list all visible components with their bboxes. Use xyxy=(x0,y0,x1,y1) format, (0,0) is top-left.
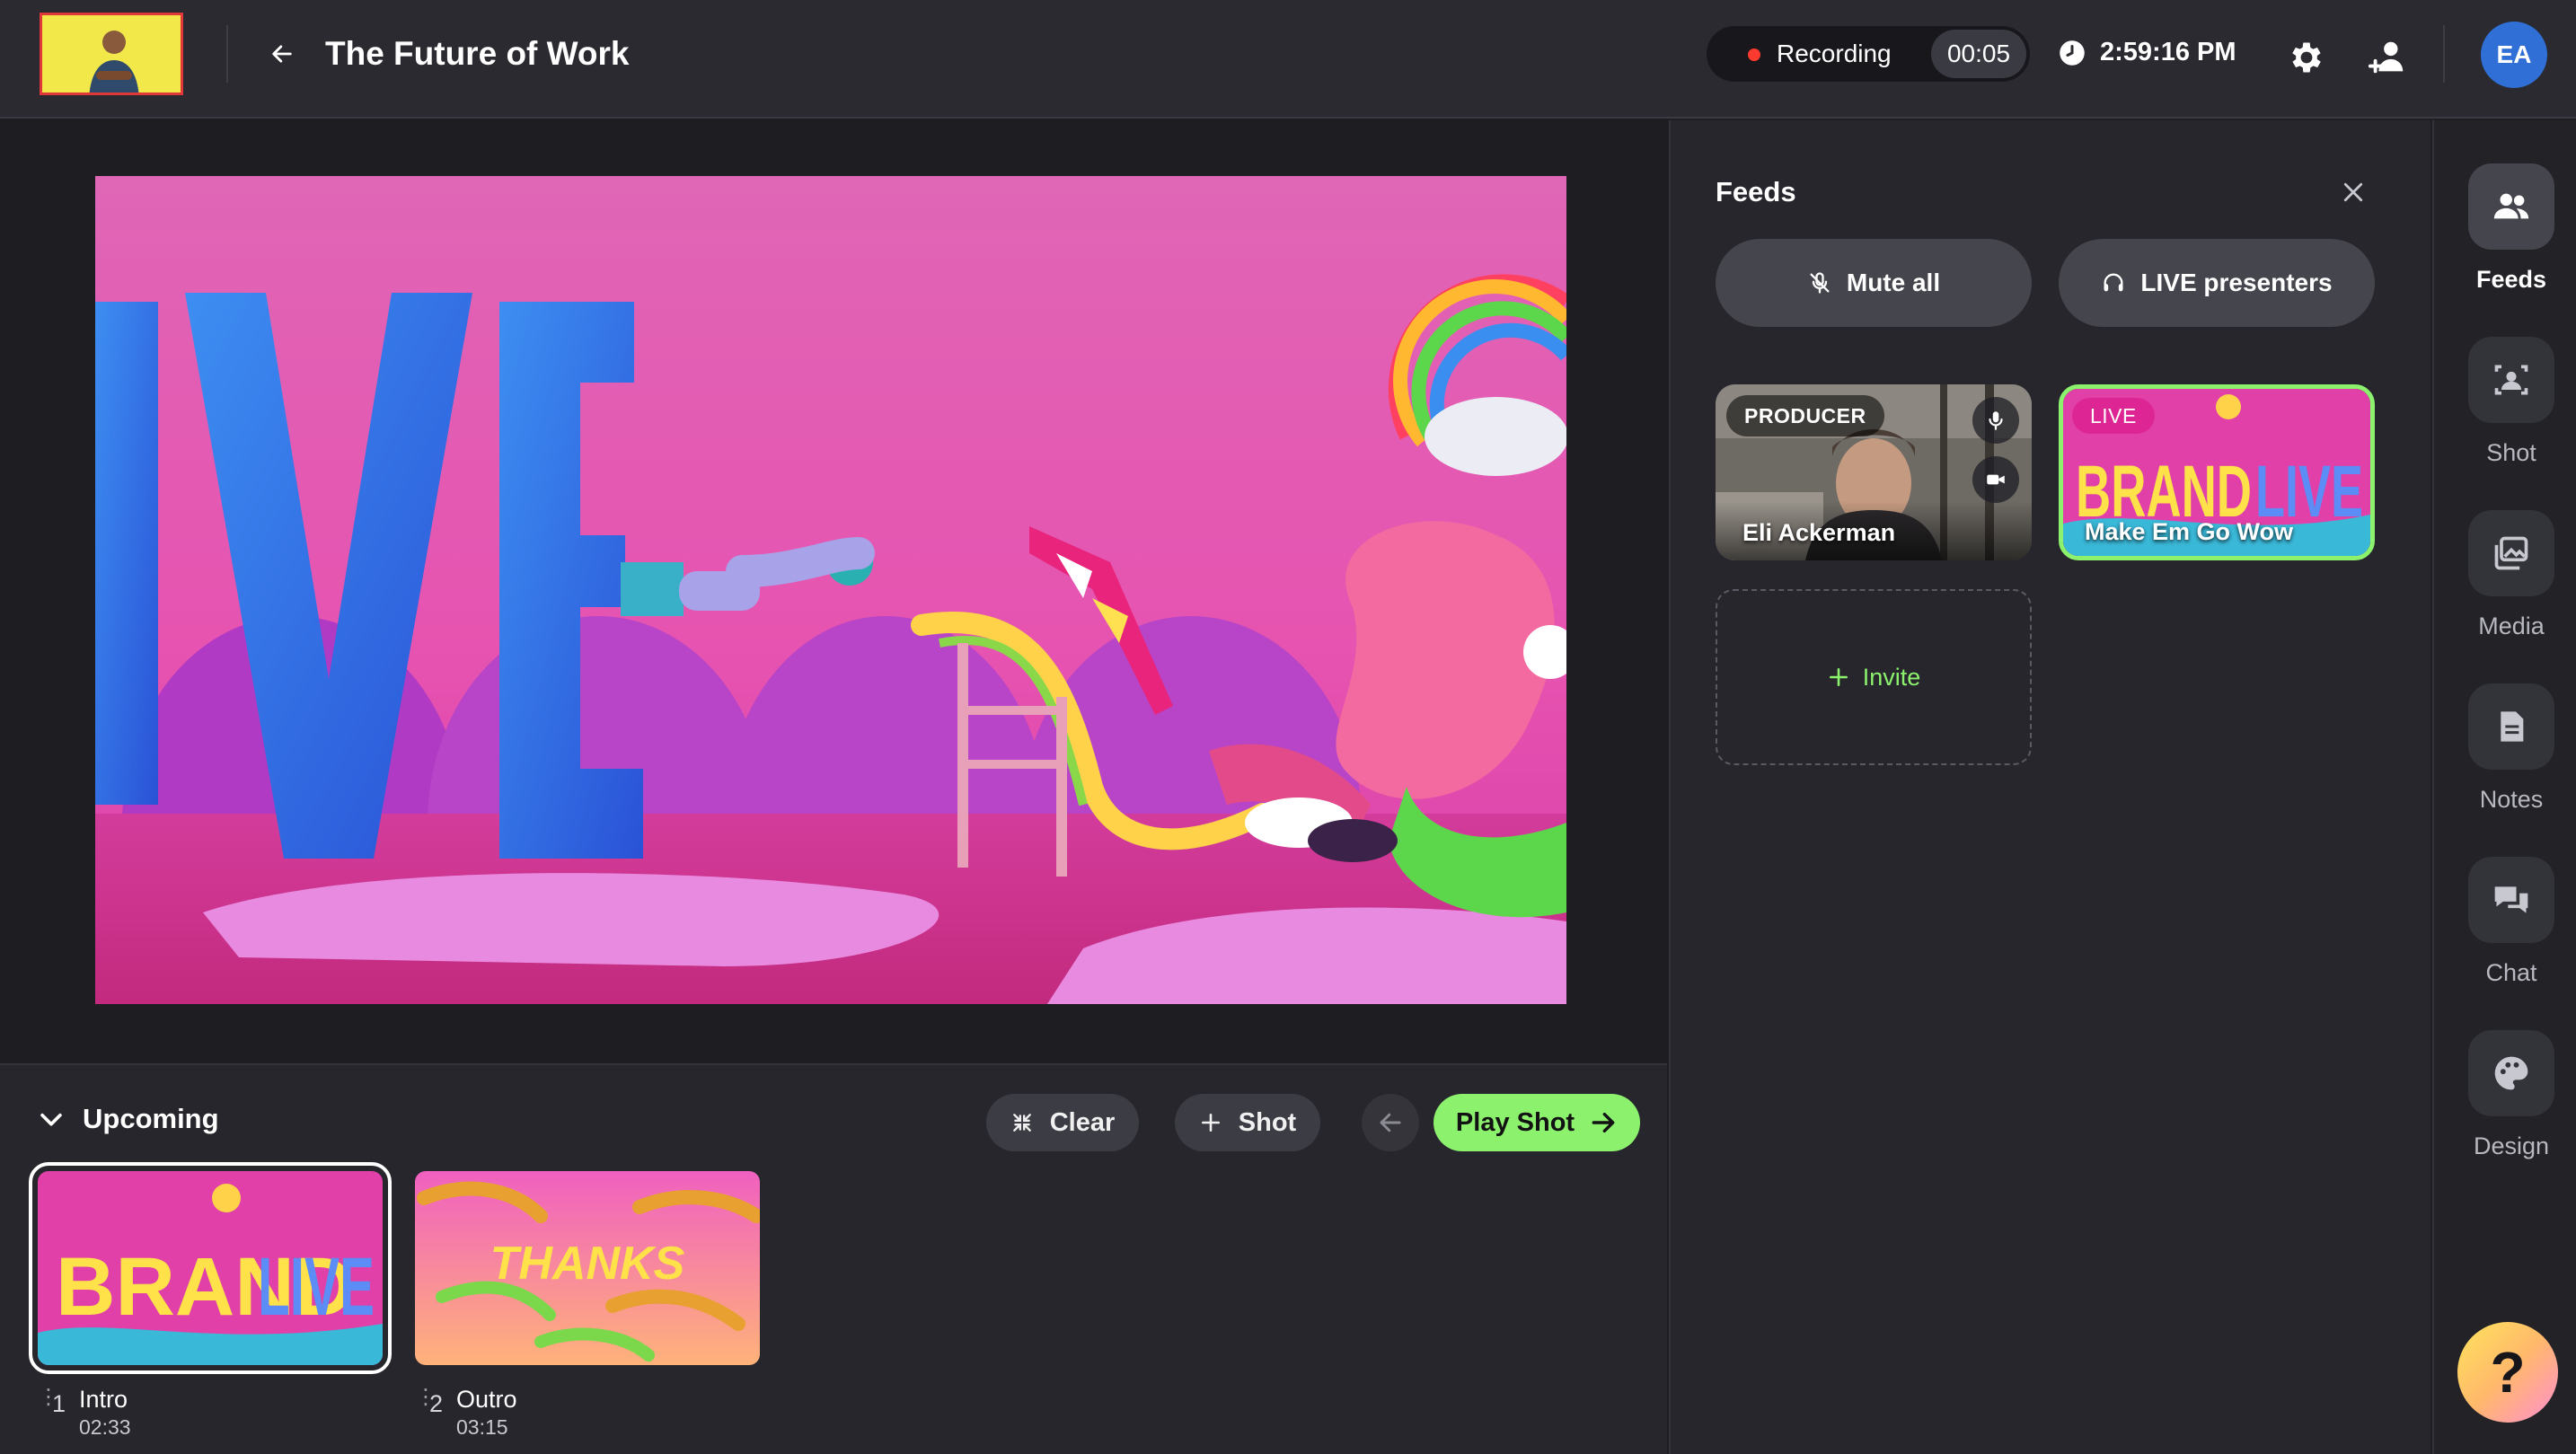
mute-all-button[interactable]: Mute all xyxy=(1716,239,2032,327)
invite-label: Invite xyxy=(1862,663,1921,691)
shot-card[interactable]: THANKS ⋮ 2 Outro 03:15 xyxy=(415,1171,760,1439)
media-icon xyxy=(2468,510,2554,596)
shot-meta: ⋮ 1 Intro 02:33 xyxy=(38,1385,131,1441)
current-time: 2:59:16 PM xyxy=(2100,38,2236,66)
rail-item-design[interactable]: Design xyxy=(2434,1030,2576,1183)
feed-name: Eli Ackerman xyxy=(1742,519,1896,546)
rail-label: Design xyxy=(2473,1132,2550,1159)
add-user-icon xyxy=(2368,41,2404,74)
collapse-icon xyxy=(1010,1111,1034,1134)
rail-item-media[interactable]: Media xyxy=(2434,510,2576,663)
back-button[interactable] xyxy=(260,32,304,75)
notes-icon xyxy=(2468,683,2554,770)
shot-duration: 02:33 xyxy=(79,1415,131,1439)
play-shot-label: Play Shot xyxy=(1455,1107,1575,1137)
invite-button[interactable]: Invite xyxy=(1716,589,2032,765)
shot-duration: 03:15 xyxy=(456,1415,508,1439)
mic-icon xyxy=(1989,411,2003,430)
shot-icon xyxy=(2468,337,2554,423)
feed-name: Make Em Go Wow xyxy=(2085,518,2294,545)
clear-label: Clear xyxy=(1049,1107,1116,1137)
drag-handle-icon[interactable]: ⋮ xyxy=(38,1385,59,1441)
arrow-left-icon xyxy=(272,45,292,63)
shot-meta: ⋮ 2 Outro 03:15 xyxy=(415,1385,517,1441)
topbar-divider xyxy=(226,25,228,83)
user-avatar[interactable]: EA xyxy=(2481,22,2547,88)
rail-label: Chat xyxy=(2485,959,2537,986)
live-badge: LIVE xyxy=(2072,398,2155,434)
shot-card[interactable]: BRAND LIVE ⋮ 1 Intro 02:33 xyxy=(29,1162,392,1439)
recording-timer: 00:05 xyxy=(1931,30,2026,78)
mic-off-icon xyxy=(1807,270,1832,295)
role-badge: PRODUCER xyxy=(1726,395,1884,436)
feed-tile-live[interactable]: BRAND LIVE LIVE Make Em Go Wow xyxy=(2059,384,2375,560)
rail-label: Media xyxy=(2478,612,2545,639)
topbar-divider xyxy=(2443,25,2445,83)
plus-icon xyxy=(1199,1111,1222,1134)
upcoming-collapse-toggle[interactable]: Upcoming xyxy=(36,1101,219,1137)
stage-preview[interactable] xyxy=(95,176,1566,1004)
feeds-title: Feeds xyxy=(1716,176,1796,207)
camera-button[interactable] xyxy=(1972,456,2019,503)
clear-button[interactable]: Clear xyxy=(986,1094,1139,1151)
rail-item-chat[interactable]: Chat xyxy=(2434,857,2576,1009)
rail-item-notes[interactable]: Notes xyxy=(2434,683,2576,836)
shot-number: 2 xyxy=(429,1390,444,1417)
rail-label: Notes xyxy=(2479,786,2544,813)
presenter-thumbnail[interactable] xyxy=(40,13,183,95)
shot-thumbnail[interactable]: BRAND LIVE xyxy=(29,1162,392,1374)
shot-thumbnail[interactable]: THANKS xyxy=(415,1171,760,1365)
rail-item-feeds[interactable]: Feeds xyxy=(2434,163,2576,316)
live-presenters-button[interactable]: LIVE presenters xyxy=(2059,239,2375,327)
play-shot-button[interactable]: Play Shot xyxy=(1434,1094,1640,1151)
rail-label: Shot xyxy=(2486,439,2536,466)
chat-icon xyxy=(2468,857,2554,943)
plus-icon xyxy=(1827,665,1850,689)
shot-name: Outro xyxy=(456,1386,517,1413)
arrow-left-icon xyxy=(1380,1113,1401,1132)
headset-icon xyxy=(2101,270,2126,295)
recording-indicator[interactable]: Recording 00:05 xyxy=(1707,26,2030,82)
right-rail: Feeds Shot Media Notes Chat Design xyxy=(2432,120,2576,1454)
close-icon xyxy=(2343,182,2363,202)
mute-all-label: Mute all xyxy=(1846,269,1941,296)
shot-name: Intro xyxy=(79,1386,128,1413)
recording-dot-icon xyxy=(1748,48,1760,61)
thumb-live-text: LIVE xyxy=(258,1241,375,1333)
rail-item-shot[interactable]: Shot xyxy=(2434,337,2576,489)
top-bar: The Future of Work Recording 00:05 2:59:… xyxy=(0,0,2576,119)
video-camera-icon xyxy=(1987,474,2005,485)
close-feeds-button[interactable] xyxy=(2335,174,2371,210)
help-button[interactable]: ? xyxy=(2457,1322,2558,1423)
stage-area xyxy=(0,120,1667,1063)
shot-number: 1 xyxy=(52,1390,66,1417)
chevron-down-icon xyxy=(40,1113,62,1126)
upcoming-panel: Upcoming Clear Shot Play Shot BRAND LIVE xyxy=(0,1063,1667,1454)
previous-shot-button[interactable] xyxy=(1362,1094,1419,1151)
gear-icon xyxy=(2292,42,2321,73)
recording-label: Recording xyxy=(1777,40,1892,67)
feed-tile-producer[interactable]: PRODUCER Eli Ackerman xyxy=(1716,384,2032,560)
arrow-right-icon xyxy=(1589,1108,1618,1137)
live-presenters-label: LIVE presenters xyxy=(2140,269,2333,296)
mic-button[interactable] xyxy=(1972,397,2019,444)
rail-label: Feeds xyxy=(2475,266,2547,293)
feeds-panel: Feeds Mute all LIVE presenters PRODUCER … xyxy=(1669,120,2430,1454)
thumb-thanks-text: THANKS xyxy=(490,1238,685,1290)
drag-handle-icon[interactable]: ⋮ xyxy=(415,1385,437,1441)
palette-icon xyxy=(2468,1030,2554,1116)
upcoming-title: Upcoming xyxy=(83,1103,219,1134)
add-presenter-button[interactable] xyxy=(2362,32,2413,83)
page-title: The Future of Work xyxy=(325,35,630,72)
settings-button[interactable] xyxy=(2281,32,2332,83)
people-icon xyxy=(2468,163,2554,250)
shot-label: Shot xyxy=(1238,1107,1297,1137)
add-shot-button[interactable]: Shot xyxy=(1175,1094,1320,1151)
clock-icon xyxy=(2060,40,2085,66)
